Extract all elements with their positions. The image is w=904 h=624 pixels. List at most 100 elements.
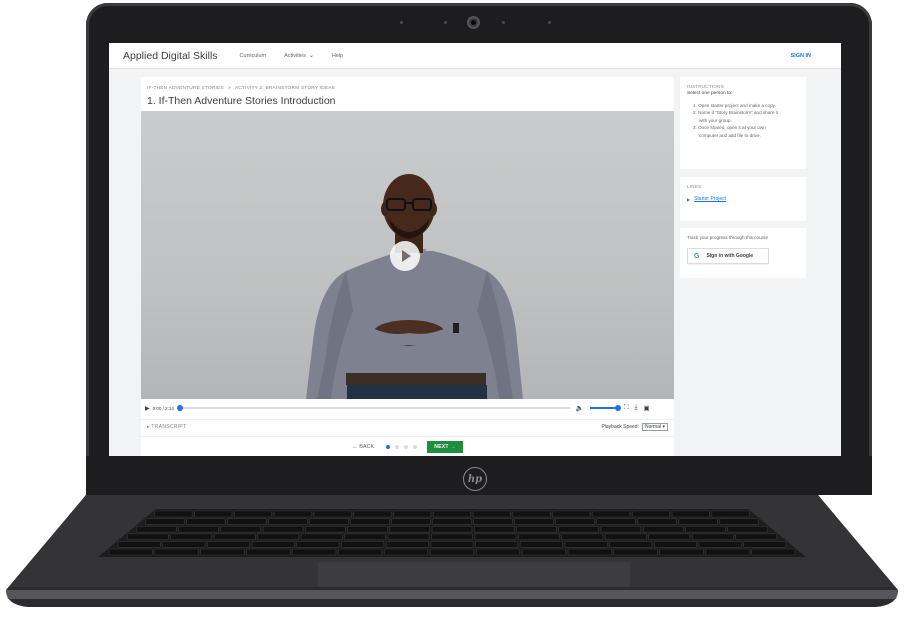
keyboard-key (475, 548, 520, 556)
step-dot[interactable] (413, 444, 418, 449)
keyboard-key (385, 541, 429, 548)
keyboard-key (251, 541, 295, 548)
fullscreen-icon[interactable]: ⛶ (624, 404, 629, 412)
download-icon[interactable]: ⤓ (635, 404, 638, 412)
keyboard-key (384, 548, 429, 556)
keyboard-key (433, 510, 471, 518)
keyboard-key (234, 510, 273, 518)
volume-slider[interactable] (590, 405, 621, 411)
back-label: BACK (359, 443, 375, 450)
google-signin-label: Sign in with Google (706, 253, 754, 259)
keyboard-key (213, 533, 256, 541)
instruction-step: 3. Once shared, open it at your own (693, 125, 766, 131)
keyboard-key (512, 510, 551, 518)
screen: Applied Digital Skills Curriculum Activi… (109, 43, 841, 456)
video-player[interactable] (141, 111, 674, 399)
keyboard-key (552, 510, 591, 518)
brand-logo[interactable]: Applied Digital Skills (123, 50, 218, 62)
playback-speed: Playback Speed: Normal ▾ (601, 423, 668, 431)
keyboard-key (154, 510, 193, 518)
sign-in-link[interactable]: SIGN IN (791, 53, 811, 59)
seek-bar[interactable] (176, 405, 570, 411)
progress-card: Track your progress through this course … (680, 228, 806, 278)
link-item: ▶ Starter Project (687, 196, 799, 202)
keyboard-key (313, 510, 352, 518)
google-signin-button[interactable]: G Sign in with Google (687, 248, 769, 264)
keyboard-key (154, 548, 199, 556)
keyboard-key (561, 533, 604, 541)
play-icon[interactable]: ▶ (145, 405, 150, 412)
webcam (467, 16, 480, 29)
keyboard-key (432, 518, 472, 525)
nav-help[interactable]: Help (332, 53, 343, 59)
lesson-title: 1. If-Then Adventure Stories Introductio… (147, 95, 336, 107)
keyboard-key (170, 533, 213, 541)
starter-project-link[interactable]: Starter Project (694, 196, 726, 202)
keyboard-key (558, 525, 599, 533)
step-dot[interactable] (386, 444, 391, 449)
keyboard-key (136, 525, 177, 533)
keyboard-key (389, 525, 430, 533)
hp-logo-text: hp (467, 473, 483, 485)
time-display: 0:00 / 2:14 (152, 405, 174, 411)
volume-icon[interactable]: 🔈 (576, 404, 584, 412)
nav-activities[interactable]: Activities ⌄ (284, 52, 314, 60)
keyboard-key (108, 548, 153, 556)
keyboard-key (257, 533, 299, 541)
keyboard-key (207, 541, 251, 548)
keyboard-key (698, 541, 742, 548)
keyboard-key (727, 525, 768, 533)
keyboard-key (705, 548, 750, 556)
keyboard-key (631, 510, 670, 518)
keyboard-key (691, 533, 734, 541)
nav-curriculum[interactable]: Curriculum (240, 53, 267, 59)
keyboard-key (145, 518, 185, 525)
laptop-base (6, 495, 898, 607)
keyboard-key (671, 510, 710, 518)
keyboard-key (296, 541, 340, 548)
keyboard-key (678, 518, 718, 525)
transcript-toggle[interactable]: ▸ TRANSCRIPT (147, 424, 186, 430)
breadcrumb-activity[interactable]: ACTIVITY 2: BRAINSTORM STORY IDEAS (235, 86, 335, 91)
progress-text: Track your progress through this course (687, 235, 769, 240)
keyboard-key (475, 541, 519, 548)
keyboard-key (609, 541, 653, 548)
transcript-label: TRANSCRIPT (151, 424, 187, 430)
play-overlay-button[interactable] (390, 241, 420, 271)
keyboard-key (309, 518, 349, 525)
keyboard-key (735, 533, 778, 541)
volume-knob[interactable] (615, 405, 621, 411)
keyboard-key (300, 533, 343, 541)
keyboard-key (637, 518, 677, 525)
keyboard-key (194, 510, 233, 518)
keyboard-key (344, 533, 386, 541)
back-button[interactable]: ← BACK (352, 444, 374, 450)
video-controls: ▶ 0:00 / 2:14 🔈 ⛶ ⤓ ▣ (141, 399, 674, 417)
playback-speed-select[interactable]: Normal ▾ (641, 423, 668, 431)
keyboard-key (178, 525, 219, 533)
breadcrumb-course[interactable]: IF-THEN ADVENTURE STORIES (147, 86, 224, 91)
keyboard-key (117, 541, 161, 548)
google-icon: G (694, 252, 700, 260)
step-dot[interactable] (395, 444, 400, 449)
keyboard-key (353, 510, 392, 518)
lesson-panel: IF-THEN ADVENTURE STORIES > ACTIVITY 2: BR… (141, 77, 674, 456)
touchpad (318, 562, 630, 587)
keyboard-key (711, 510, 750, 518)
seek-knob[interactable] (176, 405, 183, 411)
next-label: NEXT (434, 443, 449, 450)
step-dot[interactable] (404, 444, 409, 449)
keyboard-key (516, 525, 557, 533)
instructions-heading: INSTRUCTIONS (687, 84, 724, 89)
next-button[interactable]: NEXT → (427, 440, 463, 453)
mic-dot (400, 21, 403, 24)
captions-off-icon[interactable]: ▣ (643, 404, 649, 412)
playback-speed-label: Playback Speed: (601, 424, 639, 430)
keyboard-key (350, 518, 390, 525)
keyboard-key (564, 541, 608, 548)
keyboard-key (600, 525, 642, 533)
keyboard-key (719, 518, 759, 525)
keyboard-key (430, 541, 474, 548)
keyboard-key (305, 525, 346, 533)
keyboard-key (514, 518, 554, 525)
